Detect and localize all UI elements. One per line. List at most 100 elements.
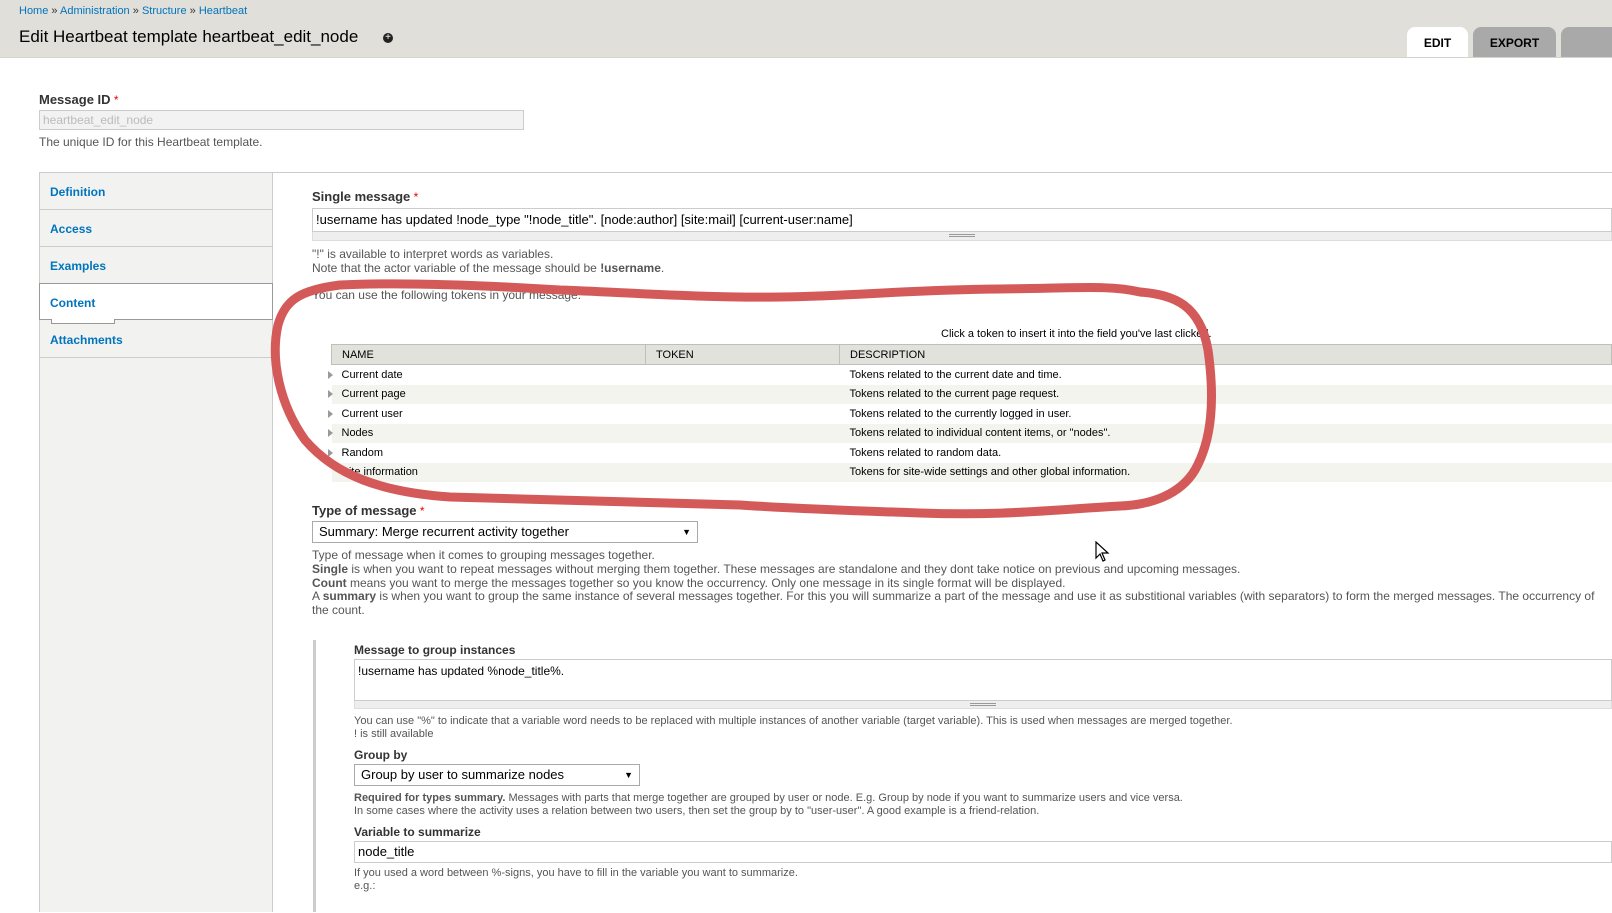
variable-help-1: If you used a word between %-signs, you … (354, 867, 798, 879)
desc-text: means you want to merge the messages tog… (346, 576, 1066, 590)
tokens-intro: You can use the following tokens in your… (312, 288, 582, 302)
desc-bold: summary (322, 589, 377, 603)
breadcrumb-separator: » (132, 5, 139, 17)
breadcrumb-separator: » (189, 5, 196, 17)
tab-edit[interactable]: EDIT (1407, 27, 1468, 57)
expand-icon[interactable] (327, 409, 333, 418)
mouse-pointer-icon (1095, 541, 1110, 562)
vtab-attachments[interactable]: Attachments (40, 321, 273, 358)
row-name: Site information (341, 466, 418, 479)
breadcrumb: Home » Administration » Structure » Hear… (19, 5, 247, 17)
tokens-hint: Click a token to insert it into the fiel… (941, 328, 1212, 340)
row-name: Random (341, 446, 384, 459)
column-header-name: NAME (331, 344, 646, 365)
row-description: Tokens related to individual content ite… (839, 423, 1612, 443)
row-token (645, 423, 840, 443)
message-id-label: Message ID * (39, 92, 119, 107)
variable-to-summarize-label: Variable to summarize (354, 825, 481, 839)
breadcrumb-structure[interactable]: Structure (142, 5, 187, 17)
select-value: Summary: Merge recurrent activity togeth… (319, 524, 569, 539)
type-desc-4: A summary is when you want to group the … (312, 589, 1612, 603)
textarea-resize-grip[interactable] (354, 701, 1612, 709)
breadcrumb-home[interactable]: Home (19, 5, 48, 17)
variable-to-summarize-input[interactable]: node_title (354, 841, 1612, 863)
tab-export[interactable]: EXPORT (1473, 27, 1556, 57)
textarea-resize-grip[interactable] (312, 232, 1612, 241)
group-instances-help-2: ! is still available (354, 728, 434, 740)
desc-bold: Count (312, 576, 347, 590)
row-name: Current date (341, 368, 403, 381)
expand-icon[interactable] (327, 370, 333, 379)
breadcrumb-separator: » (51, 5, 58, 17)
message-id-input[interactable]: heartbeat_edit_node (39, 110, 524, 130)
expand-icon[interactable] (327, 429, 333, 438)
type-desc-5: the count. (312, 603, 365, 617)
expand-icon[interactable] (327, 448, 333, 457)
vtab-examples[interactable]: Examples (40, 247, 273, 284)
row-name: Nodes (341, 427, 374, 440)
group-by-select[interactable]: Group by user to summarize nodes ▼ (354, 764, 640, 786)
page-title: Edit Heartbeat template heartbeat_edit_n… (19, 27, 359, 46)
group-by-help-2: In some cases where the activity uses a … (354, 805, 1040, 817)
row-description: Tokens related to the currently logged i… (849, 407, 1072, 420)
group-by-label: Group by (354, 748, 408, 762)
row-token (645, 462, 840, 482)
required-marker: * (413, 190, 419, 204)
vtab-content[interactable]: Content (39, 283, 273, 324)
group-instances-label: Message to group instances (354, 643, 516, 657)
group-instances-textarea[interactable]: !username has updated %node_title%. (354, 659, 1612, 701)
row-description: Tokens related to the current date and t… (849, 368, 1062, 381)
group-instances-help-1: You can use "%" to indicate that a varia… (354, 715, 1233, 727)
row-token (646, 443, 840, 463)
row-name: Current page (341, 388, 406, 401)
type-of-message-select[interactable]: Summary: Merge recurrent activity togeth… (312, 521, 698, 543)
row-token (645, 384, 840, 404)
row-description: Tokens for site-wide settings and other … (839, 462, 1612, 482)
row-description: Tokens related to random data. (849, 446, 1002, 459)
help-bold: !username (600, 261, 661, 275)
breadcrumb-administration[interactable]: Administration (60, 5, 130, 17)
required-marker: * (419, 504, 425, 518)
single-message-help-1: "!" is available to interpret words as v… (312, 247, 554, 261)
vtab-access[interactable]: Access (40, 210, 273, 247)
token-table-header: NAME TOKEN DESCRIPTION (331, 344, 1612, 365)
row-description: Tokens related to the current page reque… (839, 384, 1612, 404)
message-id-description: The unique ID for this Heartbeat templat… (39, 135, 263, 149)
token-table: NAME TOKEN DESCRIPTION Current date Token… (327, 344, 1612, 482)
table-row[interactable]: Nodes Tokens related to individual conten… (327, 423, 1612, 443)
type-of-message-label: Type of message * (312, 503, 425, 518)
breadcrumb-heartbeat[interactable]: Heartbeat (199, 5, 247, 17)
type-desc-3: Count means you want to merge the messag… (312, 576, 1065, 590)
desc-text: is when you want to repeat messages with… (348, 562, 1241, 576)
single-message-label-text: Single message (312, 189, 411, 204)
page-header: Home » Administration » Structure » Hear… (0, 0, 1612, 58)
type-of-message-label-text: Type of message (312, 503, 417, 518)
row-token (646, 404, 840, 424)
variable-help-2: e.g.: (354, 880, 376, 892)
type-desc-1: Type of message when it comes to groupin… (312, 548, 655, 562)
table-row[interactable]: Random Tokens related to random data. (327, 443, 1612, 463)
table-row[interactable]: Site information Tokens for site-wide set… (331, 462, 1612, 482)
tab-overflow[interactable] (1561, 27, 1612, 57)
single-message-help-2: Note that the actor variable of the mess… (312, 261, 664, 275)
desc-text: is when you want to group the same insta… (376, 589, 1595, 603)
message-id-label-text: Message ID (39, 92, 111, 107)
row-name: Current user (341, 407, 403, 420)
dropdown-arrow-icon: ▼ (624, 770, 633, 780)
type-desc-2: Single is when you want to repeat messag… (312, 562, 1240, 576)
dropdown-arrow-icon: ▼ (682, 527, 691, 537)
desc-bold: Single (312, 562, 349, 576)
expand-icon[interactable] (327, 390, 333, 399)
row-token (646, 365, 840, 385)
vtab-definition[interactable]: Definition (40, 173, 273, 210)
select-value: Group by user to summarize nodes (361, 767, 565, 782)
required-marker: * (113, 93, 119, 107)
table-row[interactable]: Current page Tokens related to the curren… (327, 384, 1612, 404)
column-header-description: DESCRIPTION (839, 344, 1612, 365)
table-row[interactable]: Current date Tokens related to the curren… (327, 365, 1612, 385)
vtab-content-label: Content (50, 296, 96, 310)
add-shortcut-icon[interactable]: + (383, 33, 393, 43)
single-message-input[interactable]: !username has updated !node_type "!node_… (312, 208, 1612, 232)
column-header-token: TOKEN (645, 344, 840, 365)
table-row[interactable]: Current user Tokens related to the curren… (327, 404, 1612, 424)
